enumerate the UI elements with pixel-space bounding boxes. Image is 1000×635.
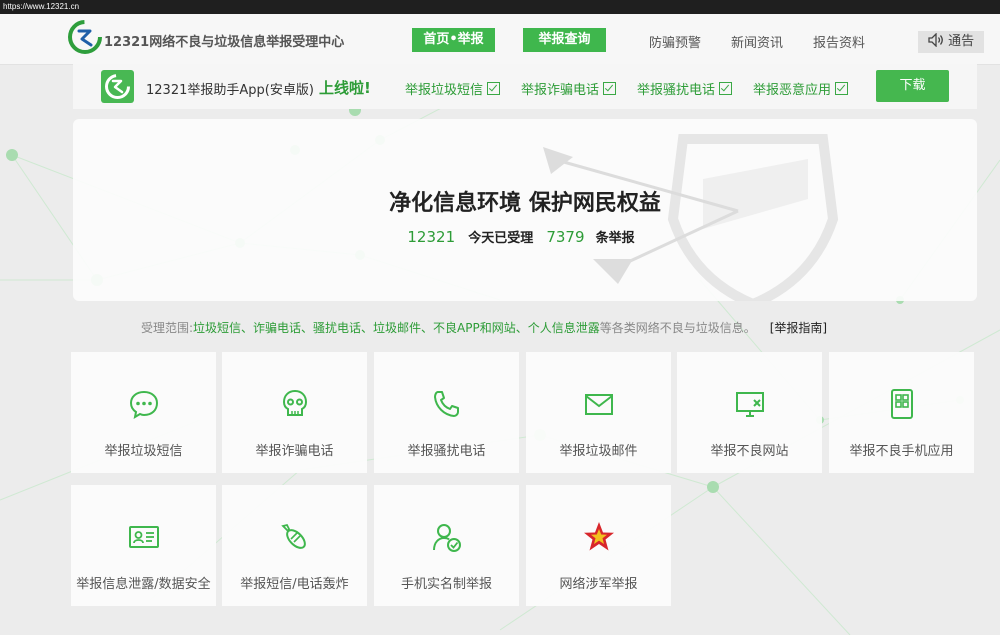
site-title: 12321网络不良与垃圾信息举报受理中心: [104, 35, 345, 50]
nav-report-query[interactable]: 举报查询: [523, 28, 606, 52]
nav-reports[interactable]: 报告资料: [813, 32, 865, 51]
hero-stats: 12321 今天已受理 7379 条举报: [73, 227, 977, 246]
card-label: 举报垃圾短信: [104, 444, 183, 459]
card-label: 网络涉军举报: [559, 577, 638, 592]
card-spam-sms[interactable]: 举报垃圾短信: [71, 352, 216, 473]
card-realname[interactable]: 手机实名制举报: [374, 485, 519, 606]
speaker-icon: [928, 32, 943, 48]
card-label: 举报不良手机应用: [849, 444, 954, 459]
feature-harass-call: 举报骚扰电话: [637, 79, 733, 98]
report-count-suffix: 条举报: [595, 231, 635, 246]
card-fraud-call[interactable]: 举报诈骗电话: [222, 352, 367, 473]
checkbox-icon: [603, 82, 617, 95]
mail-icon: [585, 394, 613, 415]
app-logo-icon: [101, 70, 134, 103]
user-check-icon: [433, 524, 461, 552]
card-label: 举报诈骗电话: [255, 444, 334, 459]
card-military[interactable]: 网络涉军举报: [526, 485, 671, 606]
report-guide-link[interactable]: [举报指南]: [770, 321, 827, 335]
card-label: 举报信息泄露/数据安全: [76, 577, 211, 592]
browser-url: https://www.12321.cn: [0, 0, 1000, 14]
sms-icon: [129, 390, 159, 420]
checkbox-icon: [719, 82, 733, 95]
site-logo-icon[interactable]: [68, 20, 102, 54]
hero-banner: 净化信息环境 保护网民权益 12321 今天已受理 7379 条举报: [73, 119, 977, 301]
bomb-icon: [281, 523, 306, 549]
notice-label: 通告: [948, 34, 975, 49]
nav-news[interactable]: 新闻资讯: [731, 32, 783, 51]
card-label: 举报不良网站: [710, 444, 789, 459]
phone-icon: [434, 391, 459, 417]
download-button[interactable]: 下载: [876, 70, 949, 102]
feature-malicious-app: 举报恶意应用: [753, 79, 849, 98]
army-star-icon: [584, 522, 614, 551]
checkbox-icon: [835, 82, 849, 95]
hotline-number: 12321: [407, 228, 456, 246]
hero-title: 净化信息环境 保护网民权益: [389, 191, 661, 216]
skull-icon: [282, 389, 308, 416]
card-label: 手机实名制举报: [400, 577, 492, 592]
feature-spam-sms: 举报垃圾短信: [405, 79, 501, 98]
card-data-leak[interactable]: 举报信息泄露/数据安全: [71, 485, 216, 606]
scope-items: 垃圾短信、诈骗电话、骚扰电话、垃圾邮件、不良APP和网站、个人信息泄露: [193, 321, 600, 335]
card-spam-mail[interactable]: 举报垃圾邮件: [526, 352, 671, 473]
monitor-icon: [736, 392, 764, 417]
app-banner: 12321举报助手App(安卓版) 上线啦! 举报垃圾短信 举报诈骗电话 举报骚…: [73, 64, 977, 109]
card-label: 举报垃圾邮件: [559, 444, 638, 459]
app-name: 12321举报助手App(安卓版): [146, 83, 314, 98]
report-count: 7379: [546, 228, 585, 246]
card-bad-website[interactable]: 举报不良网站: [677, 352, 822, 473]
nav-home-report[interactable]: 首页•举报: [412, 28, 495, 52]
checkbox-icon: [487, 82, 501, 95]
card-harass-call[interactable]: 举报骚扰电话: [374, 352, 519, 473]
top-navigation: 12321网络不良与垃圾信息举报受理中心 首页•举报 举报查询 防骗预警 新闻资…: [0, 14, 1000, 65]
card-label: 举报骚扰电话: [407, 444, 486, 459]
received-label: 今天已受理: [468, 231, 534, 246]
card-label: 举报短信/电话轰炸: [240, 577, 349, 592]
scope-suffix: 等各类网络不良与垃圾信息。: [599, 321, 756, 335]
card-bombing[interactable]: 举报短信/电话轰炸: [222, 485, 367, 606]
app-online-text: 上线啦!: [319, 79, 371, 97]
scope-prefix: 受理范围:: [141, 321, 194, 335]
notice-button[interactable]: 通告: [918, 31, 984, 53]
id-card-icon: [129, 526, 159, 548]
app-grid-icon: [891, 389, 913, 419]
report-scope: 受理范围:垃圾短信、诈骗电话、骚扰电话、垃圾邮件、不良APP和网站、个人信息泄露…: [141, 319, 827, 336]
nav-fraud-warning[interactable]: 防骗预警: [649, 32, 701, 51]
feature-fraud-call: 举报诈骗电话: [521, 79, 617, 98]
card-bad-app[interactable]: 举报不良手机应用: [829, 352, 974, 473]
